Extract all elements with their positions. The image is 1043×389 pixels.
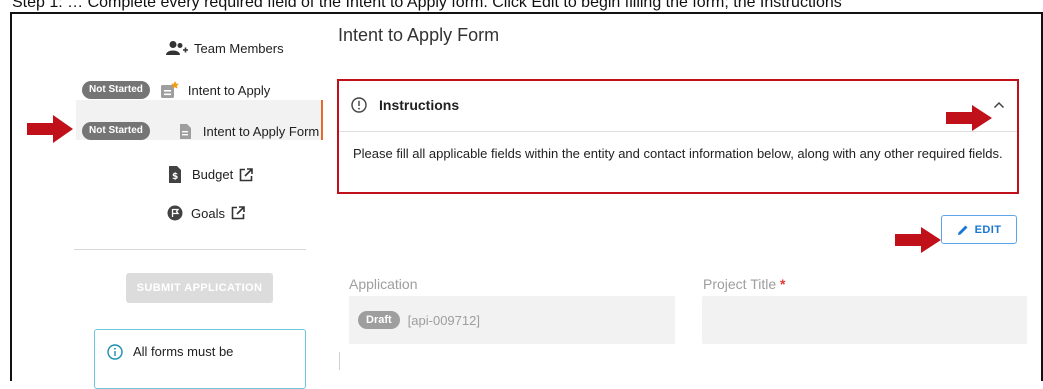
sidebar-item-team-members[interactable]: Team Members [166,40,284,56]
budget-icon: $ [168,166,182,183]
project-title-label-text: Project Title [703,276,777,292]
project-title-label: Project Title * [703,276,785,292]
instructions-panel[interactable]: Instructions Please fill all applicable … [337,79,1019,194]
sidebar-item-label: Team Members [194,40,284,56]
team-members-icon [166,40,188,56]
sidebar-item-label: Intent to Apply [187,82,271,98]
sidebar-item-intent-to-apply-form[interactable]: Not Started Intent to Apply Form [82,122,319,140]
instructions-divider [339,131,1017,132]
sidebar-item-label: Budget [192,167,234,182]
required-marker: * [780,276,786,292]
divider [339,352,340,370]
info-callout: All forms must be [94,329,306,389]
sidebar-item-goals[interactable]: Goals [167,205,245,221]
sidebar-item-budget[interactable]: $ Budget [168,166,254,183]
document-icon [179,123,191,139]
edit-button-label: EDIT [974,223,1002,236]
alert-circle-icon [351,97,367,113]
draft-badge: Draft [358,311,400,329]
pencil-icon [957,224,969,236]
goals-icon [167,205,183,221]
instructions-text: Please fill all applicable fields within… [353,146,1003,161]
page-title: Intent to Apply Form [338,25,500,45]
submit-application-button[interactable]: SUBMIT APPLICATION [126,273,273,303]
sidebar-item-label: Intent to Apply Form [202,123,320,139]
annotation-arrow-edit [895,227,941,258]
sidebar-item-label: Goals [191,205,225,221]
application-label: Application [349,276,418,292]
sidebar-divider [74,249,306,250]
external-link-icon[interactable] [231,206,245,220]
application-field: Draft [api-009712] [349,296,675,344]
project-title-input[interactable] [702,296,1027,344]
edit-button[interactable]: EDIT [941,215,1017,244]
external-link-icon[interactable] [239,167,254,182]
annotation-arrow-collapse [946,105,992,136]
info-text: All forms must be [133,344,234,359]
status-badge: Not Started [82,81,150,99]
intent-apply-icon [160,81,180,99]
instructions-heading: Instructions [379,97,460,113]
top-caption: Step 1: … Complete every required field … [12,0,842,11]
svg-text:$: $ [172,172,178,182]
annotation-arrow-sidebar [27,115,73,148]
info-icon [107,344,123,360]
sidebar-item-intent-to-apply[interactable]: Not Started Intent to Apply [82,81,270,99]
instructions-header[interactable]: Instructions [351,97,459,113]
chevron-up-icon[interactable] [993,101,1005,109]
status-badge: Not Started [82,122,150,140]
application-id: [api-009712] [407,312,480,328]
